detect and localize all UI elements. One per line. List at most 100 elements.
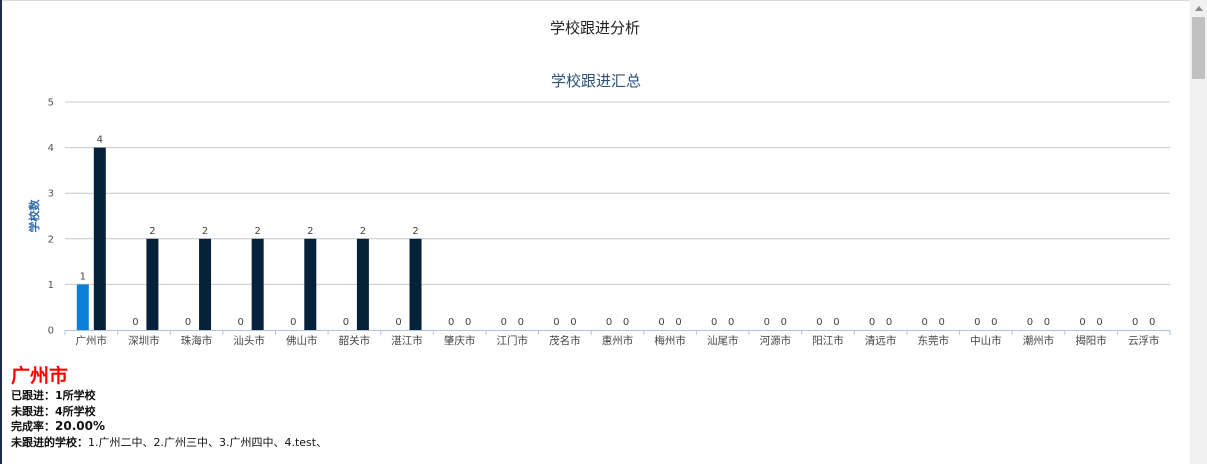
- data-label: 0: [290, 317, 296, 328]
- followed-line: 已跟进：1所学校: [11, 388, 327, 404]
- data-label: 2: [360, 226, 366, 237]
- x-tick-label: 河源市: [760, 334, 792, 347]
- data-label: 0: [658, 317, 664, 328]
- unfollowed-value: 4所学校: [55, 404, 96, 418]
- followed-value: 1所学校: [55, 389, 96, 402]
- data-label: 0: [869, 317, 875, 328]
- bar: [76, 284, 89, 330]
- grid-lines: [65, 101, 1170, 285]
- schools-line: 未跟进的学校：1.广州二中、2.广州三中、3.广州四中、4.test、: [11, 435, 327, 451]
- data-label: 0: [237, 317, 243, 328]
- x-tick-label: 肇庆市: [444, 334, 476, 347]
- data-label: 0: [939, 317, 945, 328]
- x-tick-label: 阳江市: [812, 334, 844, 347]
- data-label: 0: [1079, 317, 1085, 328]
- x-tick-label: 中山市: [970, 334, 1002, 347]
- data-label: 0: [448, 317, 454, 328]
- data-label: 0: [711, 317, 717, 328]
- data-label: 0: [974, 317, 980, 328]
- data-label: 0: [132, 317, 138, 328]
- y-tick-label: 3: [48, 189, 54, 200]
- y-tick-label: 4: [48, 143, 54, 154]
- data-label: 0: [728, 317, 734, 328]
- data-label: 0: [501, 317, 507, 328]
- data-label: 0: [1027, 317, 1033, 328]
- bar: [409, 238, 422, 330]
- rate-label: 完成率：: [11, 420, 55, 433]
- y-tick-label: 0: [48, 326, 54, 337]
- data-labels: 140202020202020 0 0 0 0 0 0 0 0 0 0 0 0 0 0 0 0 0 0 0 0 0 0 0 0 0…: [80, 135, 1156, 328]
- x-tick-label: 汕头市: [233, 334, 265, 347]
- bar: [251, 238, 264, 330]
- x-tick-label: 深圳市: [128, 334, 160, 347]
- data-label: 0: [570, 317, 576, 328]
- x-tick-label: 清远市: [865, 334, 897, 347]
- y-tick-label: 1: [48, 280, 54, 291]
- y-tick-label: 2: [48, 234, 54, 245]
- x-tick-label: 汕尾市: [707, 334, 739, 347]
- unfollowed-schools-value: 1.广州二中、2.广州三中、3.广州四中、4.test、: [88, 435, 328, 449]
- y-tick-label: 5: [48, 98, 54, 109]
- data-label: 1: [80, 271, 86, 282]
- data-label: 0: [185, 317, 191, 328]
- data-label: 2: [202, 226, 208, 237]
- data-label: 0: [465, 317, 471, 328]
- y-axis-ticks: 0 1 2 3 4 5: [48, 98, 54, 337]
- data-label: 0: [991, 317, 997, 328]
- data-label: 0: [816, 317, 822, 328]
- unfollowed-label: 未跟进：: [11, 404, 55, 418]
- y-axis-label: 学校数: [27, 199, 41, 233]
- data-label: 0: [764, 317, 770, 328]
- data-label: 0: [606, 317, 612, 328]
- x-tick-label: 揭阳市: [1075, 334, 1107, 347]
- x-tick-label: 佛山市: [286, 334, 318, 347]
- bar: [356, 238, 369, 330]
- x-tick-label: 江门市: [497, 334, 529, 347]
- city-detail-panel: 广州市 已跟进：1所学校 未跟进：4所学校 完成率：20.00% 未跟进的学校：…: [11, 364, 327, 450]
- bar: [146, 238, 159, 330]
- data-label: 0: [623, 317, 629, 328]
- x-tick-label: 梅州市: [654, 334, 686, 347]
- data-label: 2: [412, 226, 418, 237]
- bar: [199, 238, 212, 330]
- vertical-scrollbar[interactable]: [1190, 0, 1207, 464]
- followed-label: 已跟进：: [11, 389, 55, 402]
- data-label: 0: [518, 317, 524, 328]
- x-tick-label: 东莞市: [917, 334, 949, 347]
- data-label: 0: [343, 317, 349, 328]
- x-tick-label: 茂名市: [549, 334, 581, 347]
- x-tick-label: 韶关市: [339, 334, 371, 347]
- x-axis: 广州市 深圳市 珠海市 汕头市 佛山市 韶关市 湛江市 肇庆市 江门市 茂名市 惠州市 梅州市 汕尾市 河…: [64, 330, 1171, 347]
- data-label: 2: [307, 226, 313, 237]
- x-tick-label: 潮州市: [1023, 334, 1055, 347]
- data-label: 0: [553, 317, 559, 328]
- data-label: 0: [1132, 317, 1138, 328]
- bar: [93, 147, 106, 330]
- unfollowed-line: 未跟进：4所学校: [11, 404, 327, 420]
- data-label: 0: [1096, 317, 1102, 328]
- data-label: 0: [781, 317, 787, 328]
- data-label: 0: [1149, 317, 1155, 328]
- rate-value: 20.00%: [55, 419, 105, 433]
- data-label: 0: [886, 317, 892, 328]
- data-label: 0: [395, 317, 401, 328]
- selected-city-name: 广州市: [11, 365, 69, 387]
- data-label: 0: [833, 317, 839, 328]
- data-label: 0: [1044, 317, 1050, 328]
- unfollowed-schools-label: 未跟进的学校：: [11, 435, 88, 449]
- scroll-up-arrow-icon[interactable]: [1190, 0, 1207, 17]
- x-tick-label: 云浮市: [1128, 334, 1160, 347]
- scrollbar-thumb[interactable]: [1192, 17, 1205, 79]
- follow-up-bar-chart: 学校跟进汇总 学校数 012345 140202020202020 0 0 0 0 0 0 0…: [27, 72, 1171, 347]
- data-label: 0: [675, 317, 681, 328]
- x-tick-label: 广州市: [76, 334, 108, 347]
- data-label: 0: [922, 317, 928, 328]
- data-label: 4: [97, 135, 103, 146]
- data-label: 2: [149, 226, 155, 237]
- data-label: 2: [254, 226, 260, 237]
- x-tick-label: 珠海市: [181, 334, 213, 347]
- x-tick-label: 湛江市: [391, 334, 423, 347]
- chart-title: 学校跟进汇总: [551, 72, 641, 90]
- x-tick-label: 惠州市: [602, 334, 634, 347]
- rate-line: 完成率：20.00%: [11, 419, 327, 435]
